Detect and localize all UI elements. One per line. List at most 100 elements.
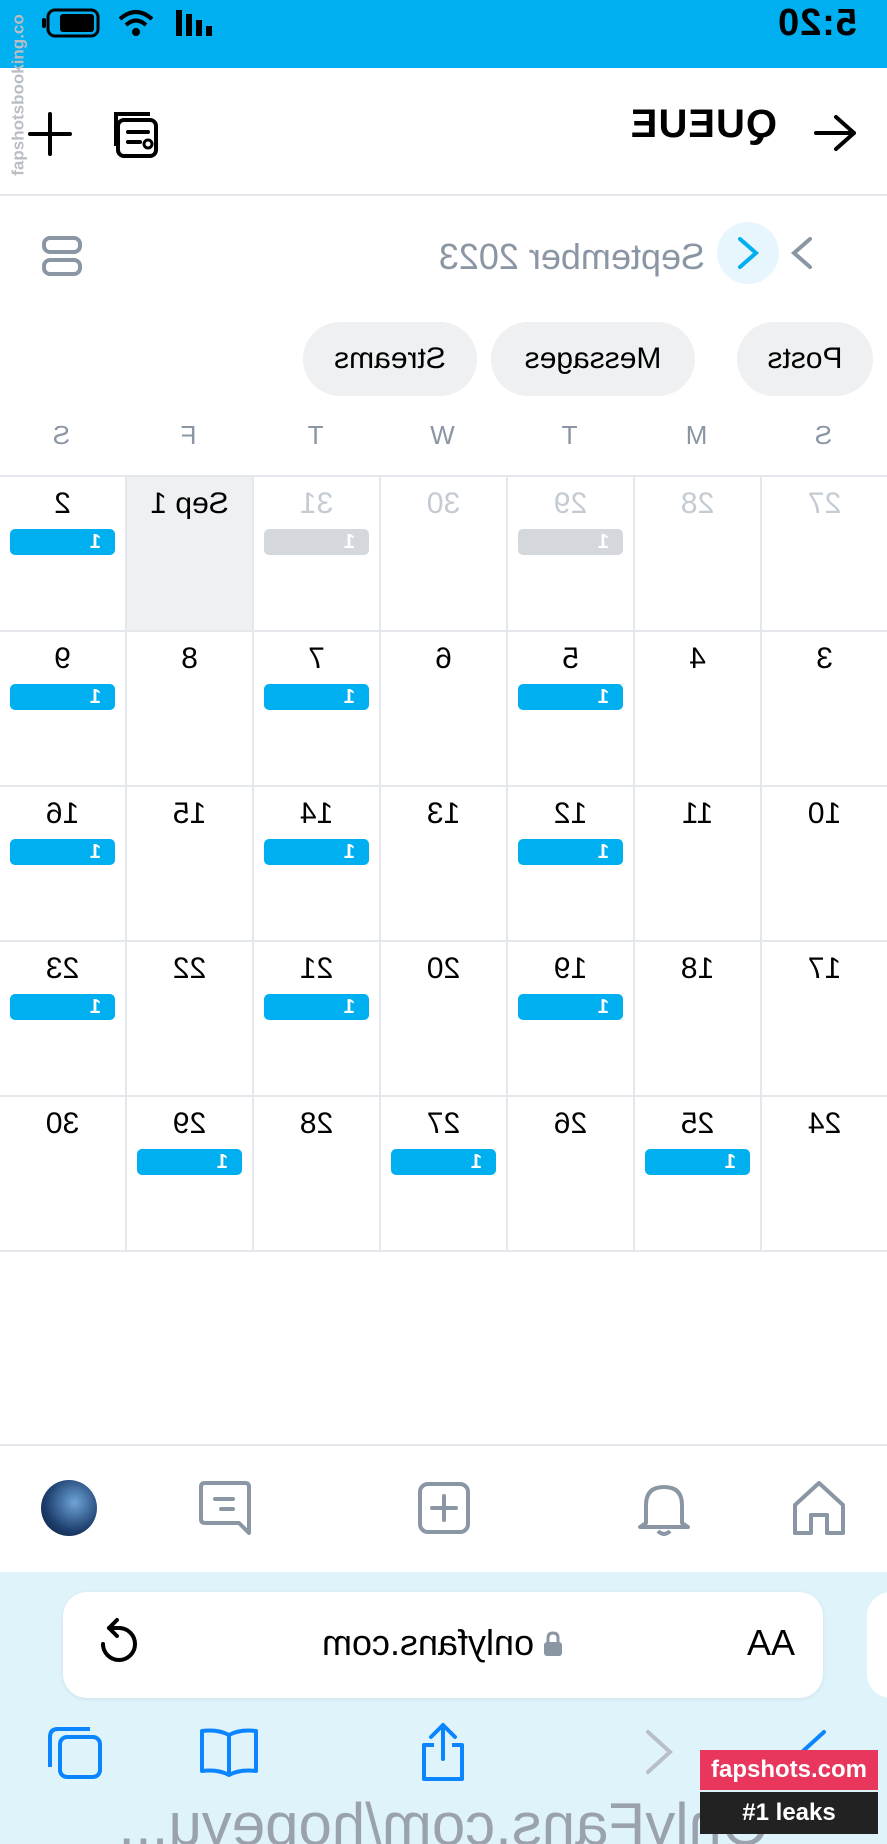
scheduled-count-badge[interactable]: 1: [264, 684, 369, 710]
scheduled-count-badge[interactable]: 1: [10, 994, 115, 1020]
day-number: 31: [299, 487, 334, 520]
calendar-day-cell[interactable]: 6: [379, 632, 506, 787]
nav-home[interactable]: [787, 1476, 851, 1540]
back-button-browser[interactable]: [627, 1720, 691, 1784]
calendar-day-cell[interactable]: 19 1: [506, 942, 633, 1097]
calendar-day-cell[interactable]: 21: [0, 477, 125, 632]
day-number: 4: [689, 642, 706, 675]
tab-preview[interactable]: [867, 1592, 887, 1698]
nav-profile[interactable]: [37, 1476, 101, 1540]
weekday-header: S: [814, 420, 833, 450]
scheduled-count-badge[interactable]: 1: [518, 684, 623, 710]
day-number: 8: [181, 642, 198, 675]
day-number: 2: [54, 487, 71, 520]
calendar-day-cell[interactable]: 21 1: [252, 942, 379, 1097]
calendar-day-cell[interactable]: Sep 1: [125, 477, 252, 632]
watermark-line2: #1 leaks: [700, 1792, 878, 1834]
scheduled-count-badge[interactable]: 1: [518, 529, 623, 555]
weekday-header: T: [307, 420, 324, 450]
calendar-day-cell[interactable]: 28: [252, 1097, 379, 1252]
bookmarks-button[interactable]: [197, 1720, 261, 1784]
day-number: 19: [553, 952, 588, 985]
lock-icon: [544, 1631, 563, 1656]
next-month-button[interactable]: [777, 228, 827, 278]
calendar-day-cell[interactable]: 91: [0, 632, 125, 787]
queue-list-button[interactable]: [110, 110, 162, 162]
calendar-day-cell[interactable]: 30: [0, 1097, 125, 1252]
day-number: 27: [807, 487, 842, 520]
address-bar[interactable]: AA onlyfans.com: [63, 1592, 823, 1698]
scheduled-count-badge[interactable]: 1: [518, 839, 623, 865]
calendar-day-cell[interactable]: 29 1: [506, 477, 633, 632]
calendar-day-cell[interactable]: 28: [633, 477, 760, 632]
calendar-day-cell[interactable]: 25 1: [633, 1097, 760, 1252]
calendar-view-toggle[interactable]: [40, 234, 84, 278]
list-settings-icon: [114, 112, 158, 158]
scheduled-count-badge[interactable]: 1: [10, 529, 115, 555]
calendar-day-cell[interactable]: 26: [506, 1097, 633, 1252]
calendar-day-cell[interactable]: 17: [760, 942, 887, 1097]
calendar-grid: 27 28 29 1 30 31 1 Sep 1 2 1 3 4 5 1 6 7 1 8 9 1 10 11 12 1 13 14…: [0, 475, 887, 1252]
calendar-day-cell[interactable]: 23 1: [0, 942, 125, 1097]
calendar-day-cell[interactable]: 16 1: [0, 787, 125, 942]
scheduled-count-badge[interactable]: 1: [518, 994, 623, 1020]
calendar-day-cell[interactable]: 14 1: [252, 787, 379, 942]
calendar-day-cell[interactable]: 30: [379, 477, 506, 632]
avatar: [41, 1480, 97, 1536]
page-header: QUEUE: [0, 68, 887, 196]
scheduled-count-badge[interactable]: 1: [264, 994, 369, 1020]
calendar-day-cell[interactable]: 12 1: [506, 787, 633, 942]
calendar-day-cell[interactable]: 10: [760, 787, 887, 942]
reload-icon: [101, 1618, 137, 1662]
calendar-day-cell[interactable]: 8: [125, 632, 252, 787]
calendar-day-cell[interactable]: 27 1: [379, 1097, 506, 1252]
scheduled-count-badge[interactable]: 1: [137, 1149, 242, 1175]
reload-button[interactable]: [91, 1616, 147, 1672]
calendar-day-cell[interactable]: 11: [633, 787, 760, 942]
calendar-day-cell[interactable]: 29 1: [125, 1097, 252, 1252]
scheduled-count-badge[interactable]: 1: [10, 839, 115, 865]
day-number: 28: [299, 1107, 334, 1140]
day-number: 20: [426, 952, 461, 985]
chevron-left-icon: [738, 237, 760, 269]
calendar-day-cell[interactable]: 15: [125, 787, 252, 942]
calendar-day-cell[interactable]: 24: [760, 1097, 887, 1252]
back-button[interactable]: [811, 108, 861, 158]
url-field[interactable]: onlyfans.com: [63, 1622, 823, 1664]
nav-add-post[interactable]: [412, 1476, 476, 1540]
calendar-day-cell[interactable]: 18: [633, 942, 760, 1097]
calendar-day-cell[interactable]: 31 1: [252, 477, 379, 632]
calendar-day-cell[interactable]: 71: [252, 632, 379, 787]
scheduled-count-badge[interactable]: 1: [10, 684, 115, 710]
scheduled-count-badge[interactable]: 1: [264, 529, 369, 555]
chip-streams[interactable]: Streams: [303, 322, 477, 396]
scheduled-count-badge[interactable]: 1: [264, 839, 369, 865]
calendar-day-cell[interactable]: 22: [125, 942, 252, 1097]
calendar-day-cell[interactable]: 20: [379, 942, 506, 1097]
chip-posts[interactable]: Posts: [737, 322, 873, 396]
nav-messages[interactable]: [193, 1476, 257, 1540]
prev-month-button[interactable]: [717, 222, 779, 284]
calendar-day-cell[interactable]: 51: [506, 632, 633, 787]
scheduled-count-badge[interactable]: 1: [391, 1149, 496, 1175]
calendar-day-cell[interactable]: 13: [379, 787, 506, 942]
add-button[interactable]: [24, 108, 76, 160]
day-number: 26: [553, 1107, 588, 1140]
book-icon: [200, 1728, 258, 1777]
day-number: 16: [45, 797, 80, 830]
share-button[interactable]: [411, 1720, 475, 1784]
tabs-button[interactable]: [43, 1720, 107, 1784]
calendar-day-cell[interactable]: 27: [760, 477, 887, 632]
calendar-day-cell[interactable]: 3: [760, 632, 887, 787]
tabs-icon: [48, 1727, 102, 1779]
chip-messages[interactable]: Messages: [491, 322, 695, 396]
scheduled-count-badge[interactable]: 1: [645, 1149, 750, 1175]
bell-icon: [638, 1485, 690, 1536]
calendar-day-cell[interactable]: 4: [633, 632, 760, 787]
add-post-icon: [418, 1482, 470, 1534]
weekday-header: T: [561, 420, 578, 450]
page-title: QUEUE: [629, 102, 777, 146]
status-time: 5:20: [776, 2, 857, 44]
calendar-view-icon: [42, 236, 82, 276]
nav-notifications[interactable]: [632, 1476, 696, 1540]
